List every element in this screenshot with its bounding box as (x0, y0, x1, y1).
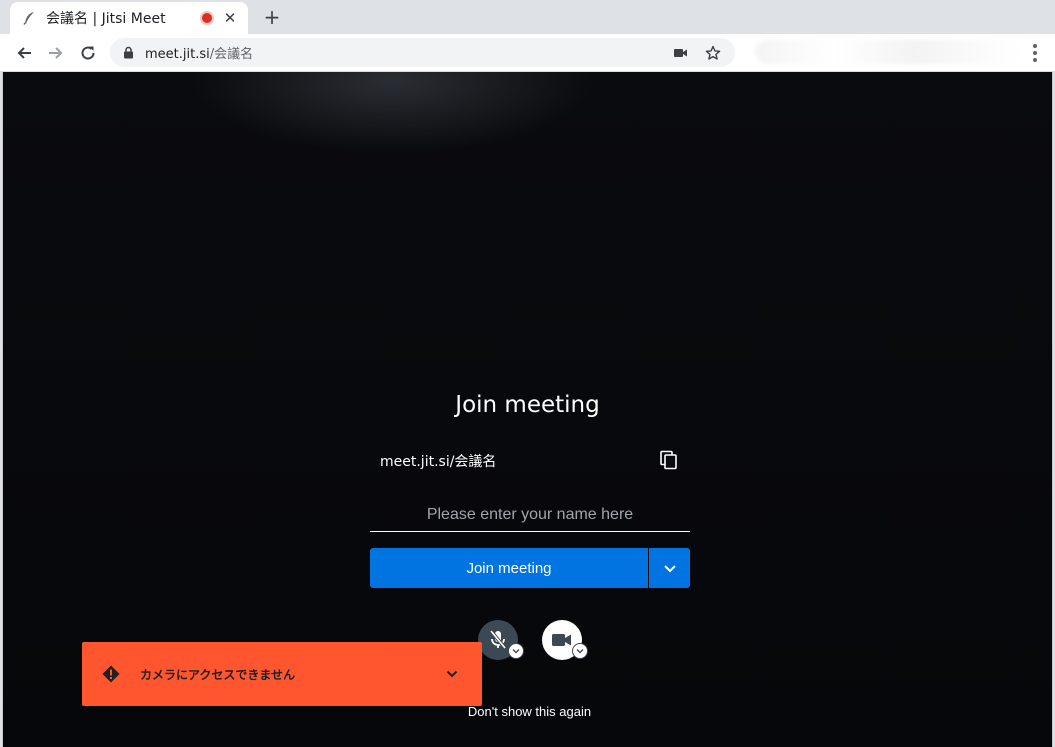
recording-indicator-icon (200, 11, 214, 25)
chevron-down-icon (576, 649, 584, 654)
camera-icon[interactable] (671, 43, 691, 63)
dont-show-again-link[interactable]: Don't show this again (0, 704, 1055, 719)
video-camera-icon (552, 634, 571, 646)
url-host: meet.jit.si (145, 47, 210, 62)
kebab-menu-icon[interactable] (1026, 42, 1044, 64)
tab-close-icon[interactable]: ✕ (222, 9, 238, 27)
new-tab-button[interactable]: + (260, 4, 284, 30)
url-path: /会議名 (209, 47, 254, 62)
browser-toolbar: meet.jit.si/会議名 (0, 34, 1055, 72)
browser-tab[interactable]: 会議名 | Jitsi Meet ✕ (10, 2, 248, 34)
camera-options-button[interactable] (572, 643, 588, 659)
address-url: meet.jit.si/会議名 (145, 43, 659, 62)
expand-notification-button[interactable] (442, 664, 462, 684)
reload-icon (81, 46, 95, 60)
blurred-extensions-area (755, 40, 1020, 64)
tab-strip: 会議名 | Jitsi Meet ✕ + (0, 0, 1055, 34)
prejoin-title: Join meeting (455, 392, 600, 418)
warning-icon (102, 665, 120, 683)
camera-error-notification: カメラにアクセスできません (82, 642, 482, 706)
back-button[interactable] (12, 41, 36, 65)
star-icon[interactable] (703, 43, 723, 63)
forward-button[interactable] (44, 41, 68, 65)
address-bar[interactable]: meet.jit.si/会議名 (110, 38, 735, 67)
back-arrow-icon (17, 47, 31, 59)
mic-options-button[interactable] (508, 643, 524, 659)
jitsi-feather-icon (22, 11, 36, 25)
copy-icon[interactable] (659, 450, 679, 470)
forward-arrow-icon (49, 47, 63, 59)
chevron-down-icon (663, 564, 676, 572)
reload-button[interactable] (76, 41, 100, 65)
chevron-down-icon (446, 670, 458, 678)
display-name-input[interactable] (370, 498, 690, 532)
tab-title: 会議名 | Jitsi Meet (46, 11, 166, 27)
notification-message: カメラにアクセスできません (140, 667, 296, 682)
join-meeting-button[interactable]: Join meeting (370, 548, 648, 588)
chevron-down-icon (512, 649, 520, 654)
mic-off-icon (489, 629, 507, 650)
lock-icon (123, 46, 135, 60)
join-options-button[interactable] (649, 548, 690, 588)
room-url: meet.jit.si/会議名 (380, 454, 497, 470)
